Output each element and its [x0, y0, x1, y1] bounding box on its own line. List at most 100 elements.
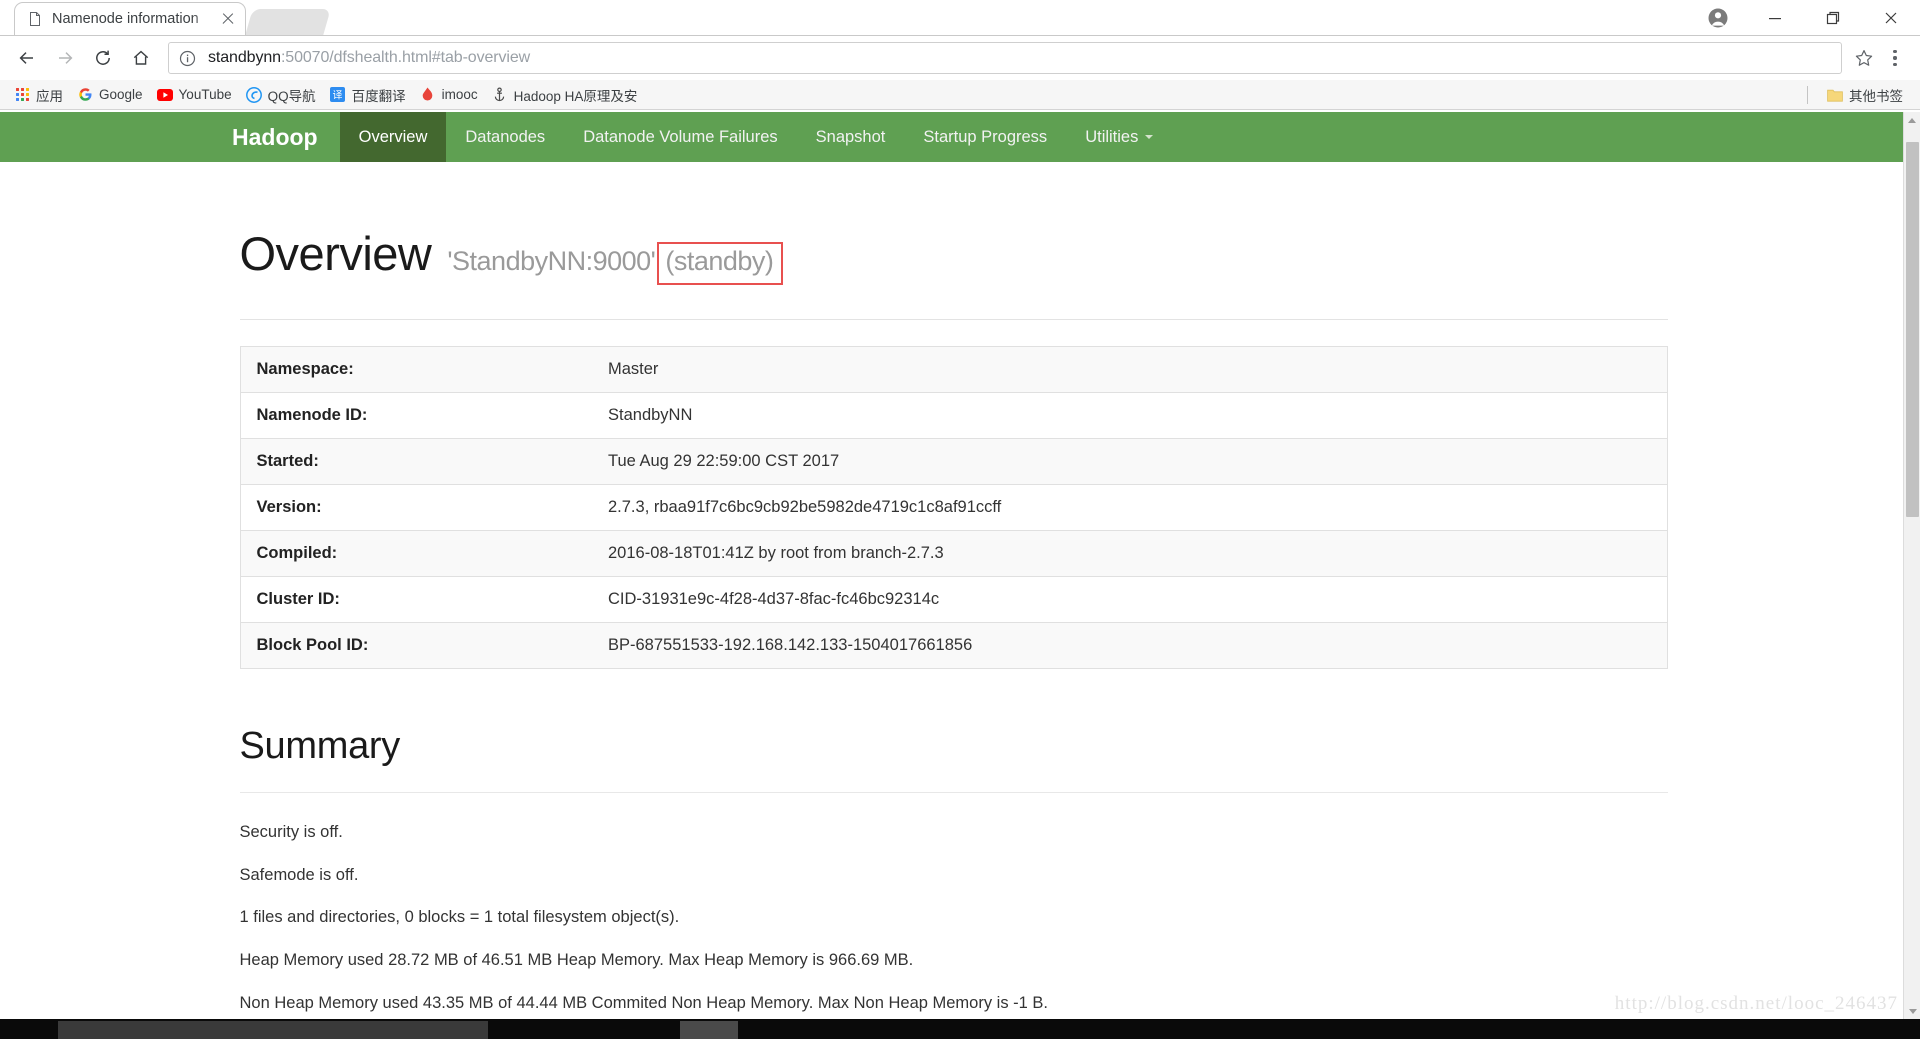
address-bar[interactable]: standbynn:50070/dfshealth.html#tab-overv… [168, 42, 1842, 74]
google-icon [77, 87, 93, 103]
page-scrollbar[interactable] [1903, 112, 1920, 1020]
back-arrow-icon[interactable] [8, 39, 46, 77]
bookmark-label: QQ导航 [267, 88, 316, 104]
document-icon [27, 11, 43, 27]
summary-line-non-heap-memory: Non Heap Memory used 43.35 MB of 44.44 M… [239, 993, 1049, 1012]
table-row: Block Pool ID: BP-687551533-192.168.142.… [240, 622, 1667, 669]
scroll-down-arrow-icon[interactable] [1904, 1003, 1920, 1020]
os-taskbar[interactable] [0, 1019, 1920, 1039]
summary-divider [239, 792, 1668, 793]
restore-window-icon[interactable] [1804, 0, 1862, 36]
nav-link-overview[interactable]: Overview [339, 112, 447, 162]
browser-toolbar: standbynn:50070/dfshealth.html#tab-overv… [0, 36, 1920, 80]
summary-line-filesystem-objects: 1 files and directories, 0 blocks = 1 to… [239, 908, 680, 927]
row-value: BP-687551533-192.168.142.133-15040176618… [592, 622, 1667, 669]
forward-arrow-icon[interactable] [46, 39, 84, 77]
nav-link-datanodes[interactable]: Datanodes [446, 112, 564, 162]
bookmark-label: Google [99, 87, 143, 102]
bookmark-google[interactable]: Google [70, 83, 150, 107]
bookmark-hadoop-ha[interactable]: Hadoop HA原理及安 [485, 83, 645, 107]
close-icon[interactable] [219, 10, 237, 28]
close-window-icon[interactable] [1862, 0, 1920, 36]
url-host: standbynn [208, 49, 281, 66]
hadoop-dfshealth-page: Hadoop Overview Datanodes Datanode Volum… [0, 112, 1905, 1020]
other-bookmarks-area: 其他书签 [1807, 83, 1910, 107]
bookmark-label: Hadoop HA原理及安 [513, 88, 638, 104]
bookmarks-divider [1807, 85, 1808, 104]
row-key: Version: [240, 484, 592, 531]
taskbar-item[interactable] [680, 1021, 738, 1039]
page-title-text: Overview [239, 227, 432, 280]
caret-down-icon [1145, 135, 1154, 139]
bookmark-youtube[interactable]: YouTube [150, 83, 239, 107]
folder-icon [1827, 87, 1843, 103]
youtube-icon [156, 87, 173, 103]
bookmark-imooc[interactable]: imooc [413, 83, 485, 107]
nav-link-startup-progress[interactable]: Startup Progress [904, 112, 1066, 162]
table-row: Started: Tue Aug 29 22:59:00 CST 2017 [240, 438, 1667, 485]
hadoop-brand-link[interactable]: Hadoop [212, 112, 340, 162]
namenode-info-table: Namespace: Master Namenode ID: StandbyNN… [239, 346, 1668, 669]
page-container: Overview 'StandbyNN:9000' (standby) Name… [238, 226, 1668, 1020]
summary-line-safemode: Safemode is off. [239, 865, 359, 884]
page-title: Overview 'StandbyNN:9000' (standby) [240, 226, 1668, 285]
apps-grid-icon [14, 87, 30, 103]
window-controls [1690, 0, 1920, 36]
row-value: 2.7.3, rbaa91f7c6bc9cb92be5982de4719c1c8… [592, 484, 1667, 531]
scroll-up-arrow-icon[interactable] [1904, 112, 1920, 129]
nav-dropdown-utilities[interactable]: Utilities [1066, 112, 1172, 162]
row-key: Namenode ID: [240, 392, 592, 439]
standby-state-annotation: (standby) [657, 242, 784, 285]
tab-strip: Namenode information [0, 0, 1920, 36]
svg-text:译: 译 [333, 90, 343, 102]
bookmark-other-folder[interactable]: 其他书签 [1820, 83, 1910, 107]
account-circle-icon[interactable] [1690, 0, 1746, 36]
baidu-translate-icon: 译 [330, 87, 346, 103]
taskbar-item-group[interactable] [58, 1021, 488, 1039]
bookmark-label: 百度翻译 [351, 88, 406, 104]
imooc-flame-icon [420, 87, 436, 103]
bookmark-label: 应用 [36, 88, 63, 104]
row-key: Cluster ID: [240, 576, 592, 623]
url-path: :50070/dfshealth.html#tab-overview [280, 49, 531, 66]
row-key: Namespace: [256, 360, 354, 378]
title-divider [239, 319, 1668, 320]
summary-line-heap-memory: Heap Memory used 28.72 MB of 46.51 MB He… [239, 950, 914, 969]
bookmark-apps[interactable]: 应用 [7, 83, 70, 107]
hadoop-navbar: Hadoop Overview Datanodes Datanode Volum… [0, 112, 1905, 162]
scrollbar-thumb[interactable] [1906, 142, 1919, 517]
reload-icon[interactable] [84, 39, 122, 77]
row-key: Compiled: [240, 530, 592, 577]
nav-link-datanode-volume-failures[interactable]: Datanode Volume Failures [564, 112, 796, 162]
nav-link-snapshot[interactable]: Snapshot [797, 112, 905, 162]
browser-window: Namenode information standbynn:50070/dfs… [0, 0, 1920, 1039]
qq-browser-icon [245, 86, 262, 103]
page-viewport: Hadoop Overview Datanodes Datanode Volum… [0, 112, 1920, 1020]
table-row: Compiled: 2016-08-18T01:41Z by root from… [240, 530, 1667, 577]
bookmark-star-icon[interactable] [1850, 48, 1878, 68]
row-value: Master [608, 360, 659, 378]
home-icon[interactable] [122, 39, 160, 77]
bookmark-baidu-translate[interactable]: 译 百度翻译 [323, 83, 413, 107]
url-text: standbynn:50070/dfshealth.html#tab-overv… [208, 49, 530, 67]
row-key: Block Pool ID: [240, 622, 592, 669]
summary-heading: Summary [239, 725, 401, 767]
row-value: CID-31931e9c-4f28-4d37-8fac-fc46bc92314c [592, 576, 1667, 623]
browser-tab[interactable]: Namenode information [14, 2, 246, 35]
table-row: Version: 2.7.3, rbaa91f7c6bc9cb92be5982d… [240, 484, 1667, 531]
new-tab-ghost[interactable] [245, 9, 331, 35]
three-dot-menu-icon[interactable] [1878, 39, 1912, 77]
bookmark-label: 其他书签 [1849, 88, 1903, 104]
tab-title: Namenode information [52, 11, 199, 27]
bookmark-qq-nav[interactable]: QQ导航 [239, 83, 323, 107]
minimize-icon[interactable] [1746, 0, 1804, 36]
bookmarks-bar: 应用 Google YouTube QQ导航 译 百度翻译 imooc Hado… [0, 80, 1920, 110]
table-row: Cluster ID: CID-31931e9c-4f28-4d37-8fac-… [240, 576, 1667, 623]
page-info-icon[interactable] [179, 50, 199, 67]
anchor-icon [492, 86, 508, 103]
namenode-address: 'StandbyNN:9000' [447, 246, 656, 276]
row-value: StandbyNN [592, 392, 1667, 439]
table-row: Namenode ID: StandbyNN [240, 392, 1667, 439]
row-value: Tue Aug 29 22:59:00 CST 2017 [592, 438, 1667, 485]
nav-dropdown-label: Utilities [1085, 127, 1139, 146]
